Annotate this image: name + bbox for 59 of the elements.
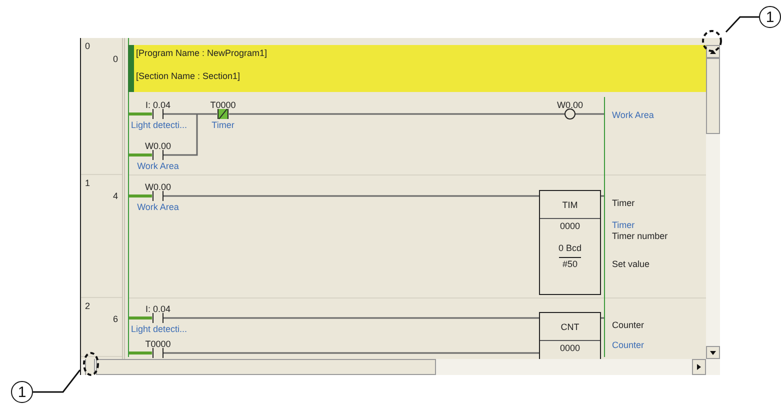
contact-comment: Work Area	[136, 202, 180, 212]
right-arrow-icon	[697, 364, 701, 370]
scroll-down-button[interactable]	[706, 346, 720, 359]
up-arrow-icon	[710, 50, 716, 54]
operand-note: Timer	[612, 220, 635, 230]
contact-operand: I: 0.04	[144, 304, 172, 314]
operand-note: Counter	[612, 320, 644, 330]
step-number: 1	[85, 178, 90, 188]
contact-operand: W0.00	[144, 182, 172, 192]
contact-operand: W0.00	[144, 141, 172, 151]
data-format: 0 Bcd	[558, 243, 582, 253]
dashed-highlight-circle	[83, 352, 99, 376]
leader-line	[33, 370, 81, 393]
instruction-operand: 0000	[560, 221, 580, 231]
contact-icon[interactable]	[152, 312, 164, 324]
contact-comment: Light detecti...	[131, 324, 188, 334]
contact-operand: T0000	[144, 339, 172, 349]
instruction-mnemonic: CNT	[560, 322, 580, 332]
program-name: [Program Name : NewProgram1]	[136, 48, 268, 58]
contact-operand: T0000	[209, 100, 237, 110]
instruction-operand: 0000	[560, 343, 580, 353]
operand-note: Timer	[612, 198, 635, 208]
contact-icon[interactable]	[152, 149, 164, 161]
address-number: 0	[112, 54, 118, 64]
contact-icon[interactable]	[152, 108, 164, 120]
step-number: 0	[85, 41, 90, 51]
step-number: 2	[85, 301, 90, 311]
contact-comment: Work Area	[136, 161, 180, 171]
split-box[interactable]	[85, 359, 95, 375]
address-number: 6	[112, 314, 118, 324]
address-number: 4	[112, 191, 118, 201]
instruction-block[interactable]: TIM 0000 0 Bcd #50	[539, 190, 601, 295]
dashed-highlight-circle	[702, 30, 722, 52]
scroll-thumb[interactable]	[706, 58, 720, 134]
leader-line	[725, 16, 759, 33]
callout-number: 1	[11, 381, 33, 403]
contact-operand: I: 0.04	[144, 100, 172, 110]
coil-icon[interactable]	[564, 108, 576, 120]
contact-comment: Timer	[210, 120, 236, 130]
scroll-up-button[interactable]	[706, 45, 720, 58]
vertical-scrollbar[interactable]	[706, 45, 720, 359]
operand-note: Counter	[612, 340, 644, 350]
callout-number: 1	[759, 6, 781, 28]
down-arrow-icon	[710, 350, 716, 354]
coil-comment: Work Area	[612, 110, 654, 120]
scroll-thumb[interactable]	[96, 359, 436, 375]
contact-icon[interactable]	[152, 190, 164, 202]
coil-operand: W0.00	[556, 100, 584, 110]
horizontal-scrollbar[interactable]	[81, 359, 720, 375]
section-name: [Section Name : Section1]	[136, 71, 242, 81]
instruction-block[interactable]: CNT 0000	[539, 312, 601, 359]
operand-note: Set value	[612, 259, 650, 269]
closed-contact-icon[interactable]	[217, 108, 229, 120]
operand-note: Timer number	[612, 231, 668, 241]
scroll-right-button[interactable]	[692, 359, 706, 375]
instruction-mnemonic: TIM	[562, 200, 578, 210]
contact-icon[interactable]	[152, 347, 164, 359]
set-value: #50	[559, 257, 581, 269]
contact-comment: Light detecti...	[131, 120, 188, 130]
